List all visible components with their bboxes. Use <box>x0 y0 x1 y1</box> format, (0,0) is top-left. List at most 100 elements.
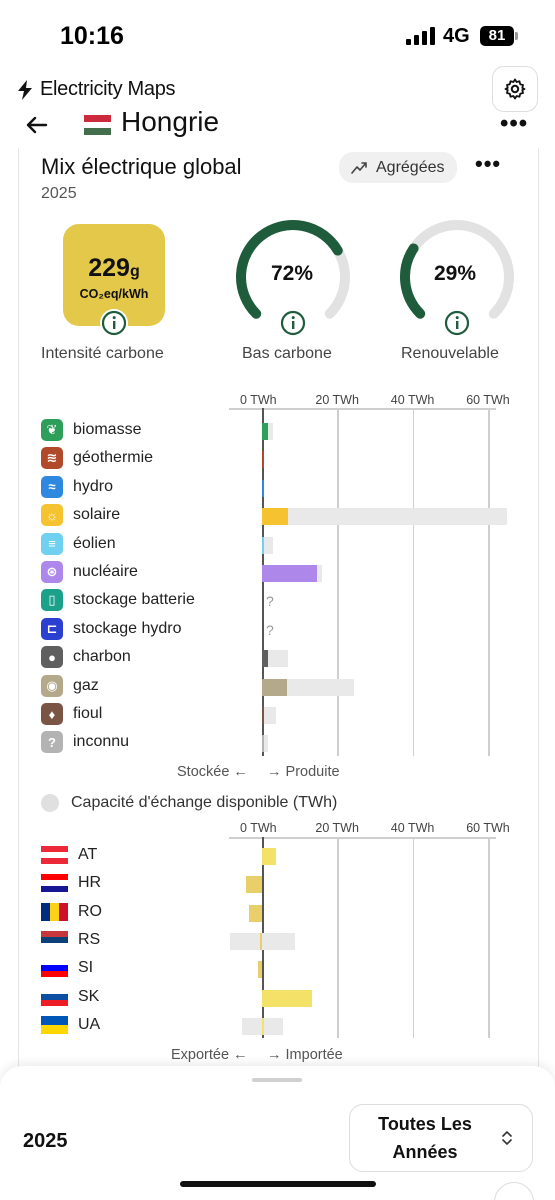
zone-code: SK <box>78 987 100 1005</box>
flag-rs-icon <box>41 930 68 949</box>
oil-icon: ♦ <box>41 703 63 725</box>
renewable-value: 29% <box>434 262 477 285</box>
selected-year: 2025 <box>23 1130 68 1152</box>
time-range-select[interactable]: Toutes Les Années <box>349 1104 533 1172</box>
source-label: éolien <box>73 534 116 552</box>
production-bar <box>262 678 288 696</box>
gridline <box>412 837 415 1038</box>
country-header: Hongrie ••• <box>0 104 555 144</box>
time-controller-sheet: 2025 Toutes Les Années <box>0 1066 555 1200</box>
axis-line <box>229 837 496 839</box>
production-bar <box>262 565 317 582</box>
exported-label: Exportée ← <box>171 1047 248 1063</box>
source-row-1[interactable]: ≋ géothermie <box>41 447 153 470</box>
source-row-6[interactable]: ▯ stockage batterie <box>41 589 195 612</box>
axis-tick-label: 40 TWh <box>390 821 435 835</box>
carbon-intensity-value: 229 <box>88 254 130 282</box>
low-carbon-label: Bas carbone <box>242 345 332 362</box>
gridline <box>337 837 339 1038</box>
signal-icon <box>406 27 436 45</box>
merge-arrows-icon <box>351 161 367 174</box>
axis-tick-label: 60 TWh <box>466 393 510 407</box>
app-brand[interactable]: Electricity Maps <box>16 78 176 101</box>
exchange-toggle-icon[interactable] <box>41 794 59 812</box>
source-row-10[interactable]: ♦ fioul <box>41 703 102 725</box>
axis-tick-label: 0 TWh <box>240 821 277 835</box>
renewable-info-icon[interactable] <box>443 309 471 337</box>
exchange-capacity-bar <box>229 932 296 950</box>
production-bar <box>262 479 264 497</box>
source-row-8[interactable]: ● charbon <box>41 646 131 669</box>
hydro-storage-icon: ⊏ <box>41 617 63 640</box>
status-time: 10:16 <box>60 22 124 50</box>
aggregate-toggle[interactable]: Agrégées <box>339 152 457 183</box>
exchange-bar <box>258 961 262 979</box>
renewable-label: Renouvelable <box>401 345 499 362</box>
exchange-row-2[interactable]: RO <box>41 902 102 921</box>
wind-icon: ≡ <box>41 532 63 555</box>
source-row-9[interactable]: ◉ gaz <box>41 674 99 697</box>
home-indicator <box>180 1181 376 1187</box>
heat-icon: ≋ <box>41 447 63 470</box>
zone-code: RO <box>78 902 102 920</box>
zone-code: UA <box>78 1015 101 1033</box>
source-row-3[interactable]: ☼ solaire <box>41 504 120 527</box>
gridline <box>488 837 490 1038</box>
source-label: nucléaire <box>73 563 138 580</box>
source-row-2[interactable]: ≈ hydro <box>41 475 113 498</box>
source-row-5[interactable]: ⊛ nucléaire <box>41 561 138 583</box>
exchange-row-3[interactable]: RS <box>41 930 100 949</box>
atom-icon: ⊛ <box>41 561 63 583</box>
source-label: stockage batterie <box>73 591 195 609</box>
exchange-row-6[interactable]: UA <box>41 1015 101 1034</box>
imported-label: → Importée <box>267 1047 343 1063</box>
exchange-row-5[interactable]: SK <box>41 987 100 1006</box>
electricity-mix-card: Mix électrique global 2025 Agrégées ••• … <box>18 148 539 1068</box>
exchange-row-1[interactable]: HR <box>41 874 102 893</box>
exchange-bar <box>262 989 313 1007</box>
carbon-intensity-info-icon[interactable] <box>100 309 128 337</box>
battery-icon: 81 <box>480 26 514 46</box>
sprout-icon: ❦ <box>41 419 63 441</box>
aggregate-label: Agrégées <box>376 158 445 176</box>
flag-ro-icon <box>41 902 68 921</box>
produced-label: → Produite <box>267 764 340 780</box>
zone-code: HR <box>78 874 102 892</box>
sun-icon: ☼ <box>41 504 63 527</box>
axis-tick-label: 40 TWh <box>390 393 435 407</box>
flag-si-icon <box>41 959 68 978</box>
range-line-1: Toutes Les <box>378 1114 472 1134</box>
exchange-title: Capacité d'échange disponible (TWh) <box>71 794 338 811</box>
zone-code: SI <box>78 959 94 977</box>
exchange-header[interactable]: Capacité d'échange disponible (TWh) <box>41 794 337 812</box>
battery-tip <box>515 32 518 40</box>
flag-ua-icon <box>41 1015 68 1034</box>
lightning-icon <box>18 79 32 100</box>
flag-at-icon <box>41 846 68 864</box>
carbon-intensity-unit: CO₂eq/kWh <box>79 287 149 301</box>
back-arrow-icon[interactable] <box>22 110 52 140</box>
source-row-4[interactable]: ≡ éolien <box>41 532 116 555</box>
card-title: Mix électrique global <box>41 154 242 179</box>
sheet-drag-handle[interactable] <box>252 1078 302 1082</box>
source-label: gaz <box>73 676 99 694</box>
production-bar <box>262 536 265 554</box>
axis-tick-label: 20 TWh <box>315 821 359 835</box>
axis-tick-label: 20 TWh <box>315 393 359 407</box>
exchange-bar <box>245 876 262 894</box>
question-icon: ? <box>41 731 63 754</box>
source-row-0[interactable]: ❦ biomasse <box>41 419 141 441</box>
exchange-row-4[interactable]: SI <box>41 959 94 978</box>
more-options-icon[interactable]: ••• <box>500 112 528 136</box>
sheet-peek-button[interactable] <box>494 1182 534 1200</box>
coal-icon: ● <box>41 646 63 669</box>
source-row-7[interactable]: ⊏ stockage hydro <box>41 617 182 640</box>
unknown-value-mark: ? <box>266 621 274 638</box>
exchange-row-0[interactable]: AT <box>41 846 97 864</box>
source-row-11[interactable]: ? inconnu <box>41 731 129 754</box>
source-label: charbon <box>73 648 131 666</box>
production-bar <box>262 707 264 724</box>
card-more-icon[interactable]: ••• <box>475 153 501 175</box>
low-carbon-info-icon[interactable] <box>279 309 307 337</box>
axis-tick-label: 0 TWh <box>240 393 277 407</box>
